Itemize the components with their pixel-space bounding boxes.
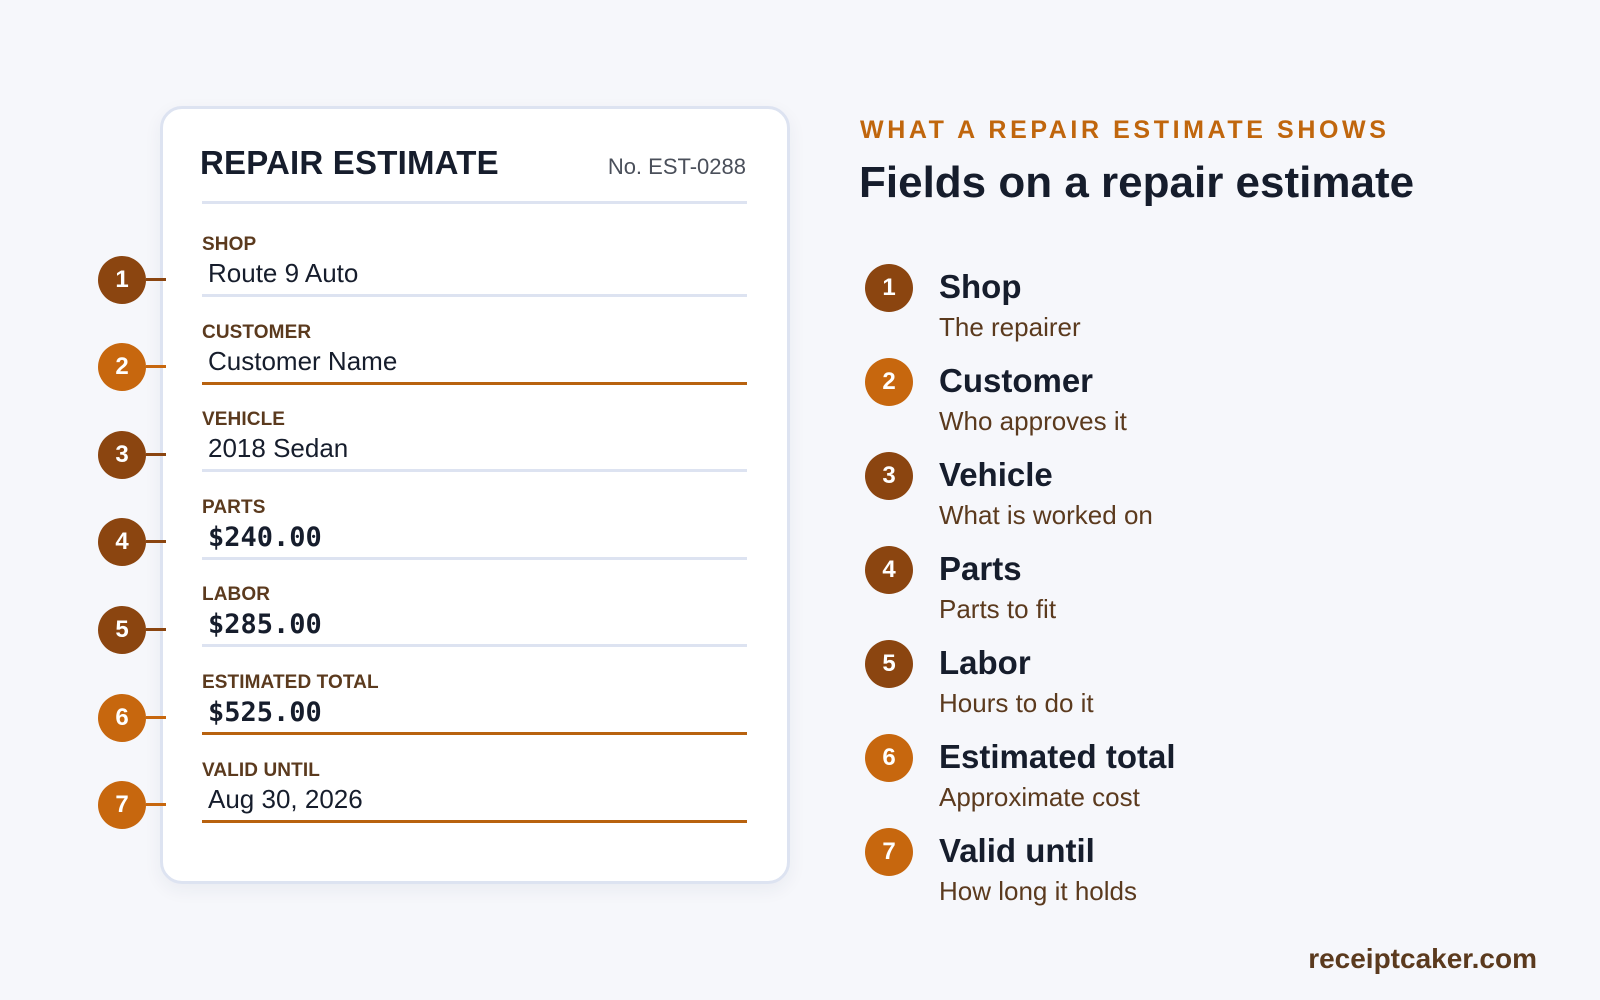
legend-title: Valid until — [939, 832, 1095, 869]
field-label: CUSTOMER — [202, 322, 312, 343]
marker-connector — [146, 716, 166, 719]
title-divider — [202, 201, 747, 204]
marker-connector — [146, 453, 166, 456]
legend-title: Vehicle — [939, 456, 1053, 493]
estimate-title: REPAIR ESTIMATE — [200, 144, 499, 181]
legend-description: Approximate cost — [939, 782, 1140, 812]
legend-badge: 2 — [865, 358, 913, 406]
marker-2: 2 — [98, 343, 146, 391]
field-label: ESTIMATED TOTAL — [202, 672, 379, 693]
legend-badge: 6 — [865, 734, 913, 782]
marker-7: 7 — [98, 781, 146, 829]
legend-title: Customer — [939, 362, 1094, 399]
field-value: $240.00 — [208, 522, 322, 553]
marker-connector — [146, 628, 166, 631]
field-labor: LABOR $285.00 — [202, 584, 747, 664]
legend-description: Who approves it — [939, 406, 1127, 436]
legend-item-estimated-total: 6 Estimated total Approximate cost — [865, 734, 1525, 824]
legend-title: Estimated total — [939, 738, 1176, 775]
legend-description: How long it holds — [939, 876, 1137, 906]
field-value: 2018 Sedan — [208, 433, 349, 463]
estimate-number: No. EST-0288 — [607, 154, 746, 179]
field-value: $285.00 — [208, 609, 322, 640]
field-value: Customer Name — [208, 346, 398, 376]
legend-item-valid-until: 7 Valid until How long it holds — [865, 828, 1525, 918]
legend-badge: 1 — [865, 264, 913, 312]
eyebrow-label: WHAT A REPAIR ESTIMATE SHOWS — [860, 116, 1390, 144]
field-parts: PARTS $240.00 — [202, 497, 747, 577]
field-underline — [202, 294, 747, 297]
legend-badge: 7 — [865, 828, 913, 876]
field-label: PARTS — [202, 497, 266, 518]
field-value: Aug 30, 2026 — [208, 784, 363, 814]
brand-footer: receiptcaker.com — [1308, 943, 1537, 974]
marker-3: 3 — [98, 431, 146, 479]
legend-badge: 4 — [865, 546, 913, 594]
legend-description: Parts to fit — [939, 594, 1057, 624]
marker-connector — [146, 540, 166, 543]
field-underline — [202, 557, 747, 560]
legend-description: Hours to do it — [939, 688, 1094, 718]
field-shop: SHOP Route 9 Auto — [202, 234, 747, 314]
field-underline-highlight — [202, 732, 747, 735]
field-label: VEHICLE — [202, 409, 286, 430]
field-label: SHOP — [202, 234, 257, 255]
marker-4: 4 — [98, 518, 146, 566]
legend-badge: 5 — [865, 640, 913, 688]
field-underline — [202, 644, 747, 647]
marker-connector — [146, 278, 166, 281]
legend-description: The repairer — [939, 312, 1081, 342]
legend-badge: 3 — [865, 452, 913, 500]
legend-description: What is worked on — [939, 500, 1153, 530]
field-underline — [202, 469, 747, 472]
marker-connector — [146, 803, 166, 806]
field-estimated-total: ESTIMATED TOTAL $525.00 — [202, 672, 747, 752]
field-vehicle: VEHICLE 2018 Sedan — [202, 409, 747, 489]
field-underline-highlight — [202, 382, 747, 385]
field-value: Route 9 Auto — [208, 258, 359, 288]
legend-item-labor: 5 Labor Hours to do it — [865, 640, 1525, 730]
marker-6: 6 — [98, 694, 146, 742]
legend-title: Labor — [939, 644, 1031, 681]
marker-5: 5 — [98, 606, 146, 654]
field-underline-highlight — [202, 820, 747, 823]
legend-item-customer: 2 Customer Who approves it — [865, 358, 1525, 448]
legend-title: Parts — [939, 550, 1022, 587]
field-value: $525.00 — [208, 697, 322, 728]
marker-1: 1 — [98, 256, 146, 304]
field-label: LABOR — [202, 584, 271, 605]
page-heading: Fields on a repair estimate — [859, 158, 1415, 207]
field-customer: CUSTOMER Customer Name — [202, 322, 747, 402]
legend-title: Shop — [939, 268, 1022, 305]
field-label: VALID UNTIL — [202, 760, 320, 781]
legend-item-vehicle: 3 Vehicle What is worked on — [865, 452, 1525, 542]
field-valid-until: VALID UNTIL Aug 30, 2026 — [202, 760, 747, 840]
legend-item-shop: 1 Shop The repairer — [865, 264, 1525, 354]
marker-connector — [146, 365, 166, 368]
legend-item-parts: 4 Parts Parts to fit — [865, 546, 1525, 636]
